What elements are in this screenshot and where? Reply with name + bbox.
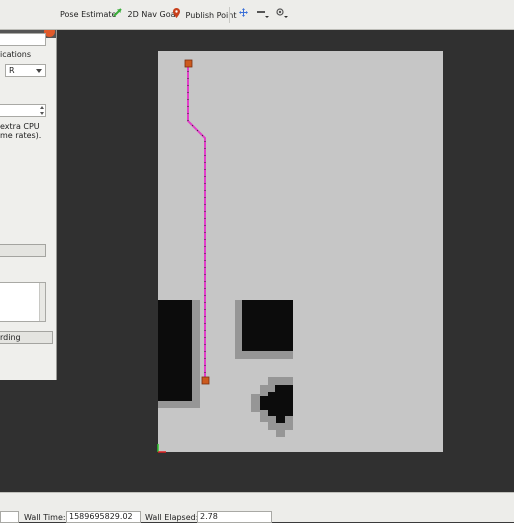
eye-icon [276,8,288,23]
nav-goal-tool[interactable]: 2D Nav Goal [113,8,178,22]
ros-time-field [0,511,19,523]
spin-down-icon[interactable] [40,112,44,115]
move-camera-button[interactable] [239,8,248,22]
pose-estimate-label: Pose Estimate [60,10,117,19]
nav-goal-label: 2D Nav Goal [127,10,178,19]
wall-time-value: 1589695829.02 [66,511,141,523]
wall-time-label: Wall Time: [24,513,66,522]
toolbar-separator [229,7,230,23]
recording-button[interactable]: rding [0,331,53,344]
pose-estimate-tool[interactable]: Pose Estimate [57,8,116,22]
robot-pose-marker [201,376,210,385]
time-status-bar: Wall Time: 1589695829.02 Wall Elapsed: 2… [0,492,514,523]
goal-marker [184,59,193,68]
map-canvas[interactable] [0,30,514,492]
publish-point-tool[interactable]: Publish Point [173,8,236,22]
recording-button-label: rding [0,333,21,342]
panel-dropdown-value: R [9,66,15,75]
move-camera-icon [239,8,248,22]
panel-dropdown[interactable]: R [5,64,46,77]
wall-elapsed-value: 2.78 [197,511,272,523]
panel-button[interactable] [0,244,46,257]
cpu-note-line-2: me rates). [0,131,42,140]
chevron-down-icon [36,69,42,73]
notifications-label: ications [0,50,32,59]
nav-goal-icon [113,8,122,22]
panel-text-area[interactable] [0,282,46,322]
zoom-icon [257,8,269,23]
panel-spinbox[interactable] [0,104,46,117]
cpu-note-line-1: extra CPU [0,122,40,131]
view-dropdown[interactable] [276,8,288,22]
displays-panel: ications R extra CPU me rates). rding [0,30,57,380]
rviz-toolbar: Pose Estimate 2D Nav Goal Publish Point [0,0,514,30]
wall-elapsed-label: Wall Elapsed: [145,513,199,522]
panel-text-field[interactable] [0,33,46,46]
publish-point-icon [173,8,180,23]
spin-up-icon[interactable] [40,106,44,109]
render-viewport[interactable]: ications R extra CPU me rates). rding [0,30,514,492]
occupancy-map [158,51,443,452]
scrollbar[interactable] [39,283,45,321]
zoom-dropdown[interactable] [257,8,269,22]
obstacle-left [158,300,192,401]
obstacle-square [242,300,293,351]
